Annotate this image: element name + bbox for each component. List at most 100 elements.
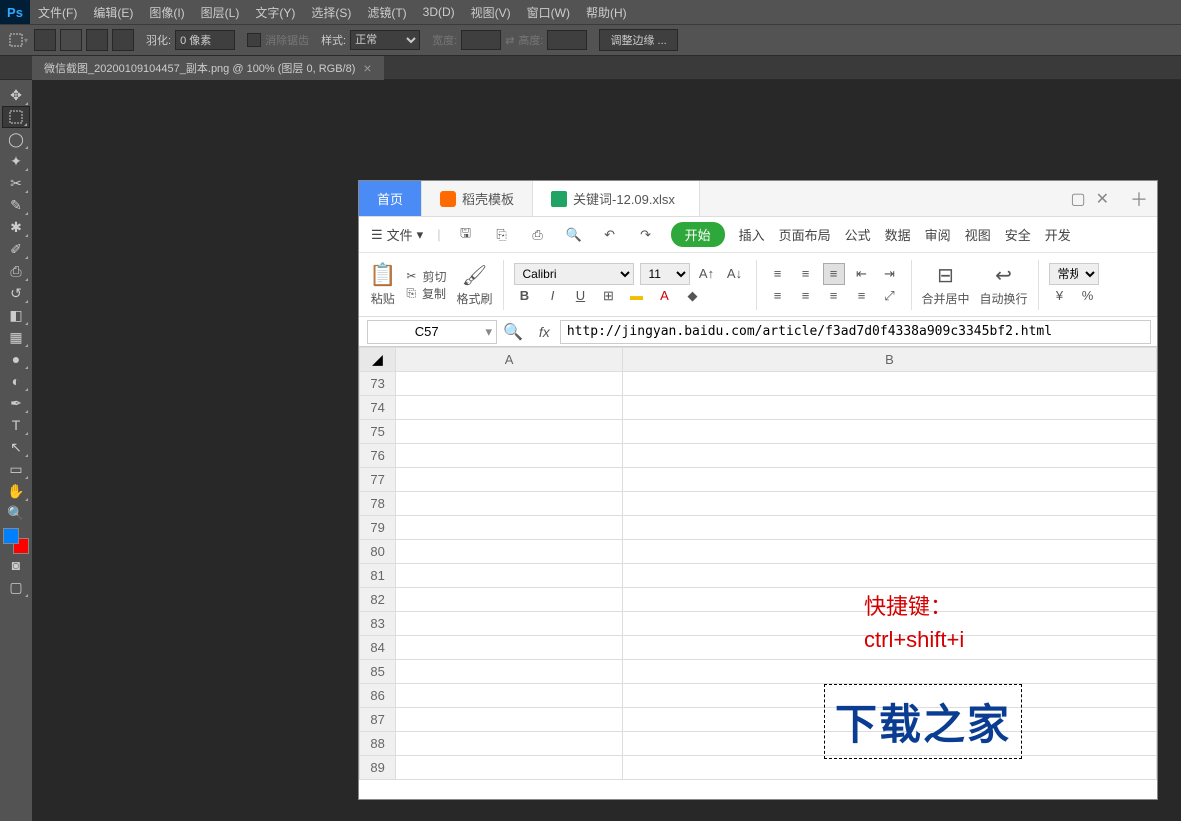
cell-reference-box[interactable]: C57 ▾ <box>367 320 497 344</box>
cell[interactable] <box>396 540 623 564</box>
redo-icon[interactable]: ↷ <box>635 224 657 246</box>
ribbon-tab-data[interactable]: 数据 <box>885 225 911 244</box>
row-header[interactable]: 76 <box>360 444 396 468</box>
chevron-down-icon[interactable]: ▾ <box>485 324 496 340</box>
wrap-icon[interactable]: ↩ <box>995 263 1012 288</box>
path-tool[interactable]: ↖ <box>2 436 30 458</box>
ribbon-tab-view[interactable]: 视图 <box>965 225 991 244</box>
cell[interactable] <box>396 612 623 636</box>
cell[interactable] <box>622 756 1156 780</box>
formula-input[interactable] <box>560 320 1151 344</box>
row-header[interactable]: 88 <box>360 732 396 756</box>
preview-icon[interactable]: 🔍 <box>563 224 585 246</box>
selection-new-icon[interactable] <box>34 29 56 51</box>
cell[interactable] <box>396 684 623 708</box>
cell[interactable] <box>396 444 623 468</box>
cell[interactable] <box>396 660 623 684</box>
indent-inc-icon[interactable]: ⇥ <box>879 263 901 285</box>
zoom-tool[interactable]: 🔍 <box>2 502 30 524</box>
align-top-icon[interactable]: ≡ <box>767 263 789 285</box>
align-mid-icon[interactable]: ≡ <box>795 263 817 285</box>
paste-icon[interactable]: 📋 <box>369 262 396 288</box>
align-bottom-icon[interactable]: ≡ <box>823 263 845 285</box>
cell[interactable] <box>622 540 1156 564</box>
italic-icon[interactable]: I <box>542 285 564 307</box>
color-swatch[interactable] <box>3 528 29 554</box>
history-brush-tool[interactable]: ↺ <box>2 282 30 304</box>
row-header[interactable]: 83 <box>360 612 396 636</box>
font-name-select[interactable]: Calibri <box>514 263 634 285</box>
menu-help[interactable]: 帮助(H) <box>578 4 635 21</box>
cell[interactable] <box>622 444 1156 468</box>
ribbon-tab-safe[interactable]: 安全 <box>1005 225 1031 244</box>
orient-icon[interactable]: ⤢ <box>879 285 901 307</box>
menu-select[interactable]: 选择(S) <box>303 4 359 21</box>
search-fx-icon[interactable]: 🔍 <box>503 322 523 342</box>
cell[interactable] <box>396 372 623 396</box>
cell[interactable] <box>622 420 1156 444</box>
row-header[interactable]: 78 <box>360 492 396 516</box>
hand-tool[interactable]: ✋ <box>2 480 30 502</box>
cell[interactable] <box>622 372 1156 396</box>
menu-layer[interactable]: 图层(L) <box>193 4 248 21</box>
crop-tool[interactable]: ✂ <box>2 172 30 194</box>
ribbon-tab-dev[interactable]: 开发 <box>1045 225 1071 244</box>
selection-add-icon[interactable] <box>60 29 82 51</box>
font-size-select[interactable]: 11 <box>640 263 690 285</box>
cell[interactable] <box>622 516 1156 540</box>
marquee-tool[interactable] <box>2 106 30 128</box>
align-right-icon[interactable]: ≡ <box>823 285 845 307</box>
row-header[interactable]: 86 <box>360 684 396 708</box>
wps-tab-template[interactable]: 稻壳模板 <box>422 181 533 216</box>
new-tab-button[interactable]: ＋ <box>1121 181 1157 216</box>
menu-image[interactable]: 图像(I) <box>141 4 192 21</box>
selection-sub-icon[interactable] <box>86 29 108 51</box>
copy-icon[interactable]: ⎘ <box>406 286 416 301</box>
quickmask-tool[interactable]: ◙ <box>2 554 30 576</box>
bold-icon[interactable]: B <box>514 285 536 307</box>
save-icon[interactable]: 🖫 <box>455 224 477 246</box>
row-header[interactable]: 73 <box>360 372 396 396</box>
gradient-tool[interactable]: ▦ <box>2 326 30 348</box>
underline-icon[interactable]: U <box>570 285 592 307</box>
cell[interactable] <box>396 468 623 492</box>
wps-tab-doc[interactable]: 关键词-12.09.xlsx <box>533 181 700 216</box>
merge-icon[interactable]: ⊟ <box>937 263 954 288</box>
number-format-select[interactable]: 常规 <box>1049 263 1099 285</box>
menu-3d[interactable]: 3D(D) <box>415 5 463 19</box>
wand-tool[interactable]: ✦ <box>2 150 30 172</box>
cell[interactable] <box>622 396 1156 420</box>
fx-icon[interactable]: fx <box>539 324 550 340</box>
row-header[interactable]: 89 <box>360 756 396 780</box>
antialias-checkbox[interactable] <box>247 33 261 47</box>
cell[interactable] <box>396 516 623 540</box>
move-tool[interactable]: ✥ <box>2 84 30 106</box>
eraser-tool[interactable]: ◧ <box>2 304 30 326</box>
window-icon[interactable]: ▢ <box>1070 189 1085 209</box>
cell[interactable] <box>622 660 1156 684</box>
row-header[interactable]: 87 <box>360 708 396 732</box>
cell[interactable] <box>396 492 623 516</box>
stamp-tool[interactable]: ⎙ <box>2 260 30 282</box>
cell[interactable] <box>396 420 623 444</box>
cell[interactable] <box>396 732 623 756</box>
border-icon[interactable]: ⊞ <box>598 285 620 307</box>
cell[interactable] <box>396 396 623 420</box>
align-center-icon[interactable]: ≡ <box>795 285 817 307</box>
ribbon-tab-insert[interactable]: 插入 <box>739 225 765 244</box>
ribbon-tab-formula[interactable]: 公式 <box>845 225 871 244</box>
wps-grid[interactable]: ◢ A B 7374757677787980818283848586878889 <box>359 347 1157 780</box>
cell[interactable] <box>396 756 623 780</box>
menu-text[interactable]: 文字(Y) <box>247 4 303 21</box>
screenmode-tool[interactable]: ▢ <box>2 576 30 598</box>
row-header[interactable]: 80 <box>360 540 396 564</box>
feather-input[interactable] <box>175 30 235 50</box>
percent-icon[interactable]: % <box>1077 285 1099 307</box>
menu-window[interactable]: 窗口(W) <box>519 4 578 21</box>
indent-dec-icon[interactable]: ⇤ <box>851 263 873 285</box>
adjust-edge-button[interactable]: 调整边缘 ... <box>599 29 677 51</box>
wps-tab-home[interactable]: 首页 <box>359 181 422 216</box>
cell[interactable] <box>622 564 1156 588</box>
brush-tool[interactable]: ✐ <box>2 238 30 260</box>
wps-file-menu[interactable]: ☰ 文件 ▾ <box>371 225 423 244</box>
